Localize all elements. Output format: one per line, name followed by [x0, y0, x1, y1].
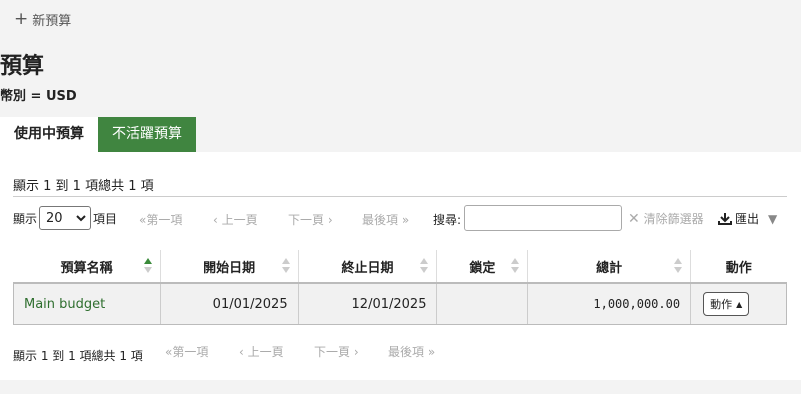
caret-down-icon: ▼ [768, 211, 778, 226]
sort-asc-icon [143, 258, 152, 274]
sort-icon [420, 258, 429, 274]
close-icon: ✕ [628, 211, 640, 227]
locked-cell [436, 283, 528, 325]
column-header-locked[interactable]: 鎖定 [436, 250, 528, 284]
start-date-cell: 01/01/2025 [159, 283, 299, 325]
end-date-cell: 12/01/2025 [297, 283, 437, 325]
tab-bar: 使用中預算 不活躍預算 [0, 117, 196, 152]
tab-inactive-budgets[interactable]: 不活躍預算 [98, 117, 196, 152]
length-menu: 顯示 20 項目 [13, 204, 117, 232]
actions-dropdown-button[interactable]: 動作 ▲ [703, 292, 750, 316]
column-header-total[interactable]: 總計 [527, 250, 691, 284]
page-length-value: 20 [46, 210, 63, 226]
column-header-end-date[interactable]: 終止日期 [297, 250, 437, 284]
length-suffix: 項目 [93, 211, 118, 226]
tab-active-budgets[interactable]: 使用中預算 [0, 117, 98, 152]
pager-last[interactable]: 最後項 » [362, 211, 409, 228]
download-icon [718, 213, 732, 225]
plus-icon: + [14, 9, 29, 29]
chevron-down-icon [76, 214, 86, 221]
double-chevron-right-icon: » [398, 213, 410, 227]
actions-cell: 動作 ▲ [690, 283, 787, 325]
search-label: 搜尋: [433, 213, 462, 227]
chevron-left-icon: ‹ [239, 345, 248, 359]
pager-prev[interactable]: ‹ 上一頁 [213, 211, 258, 228]
table-info-top: 顯示 1 到 1 項總共 1 項 [13, 179, 154, 194]
pager-first[interactable]: «第一項 [139, 211, 182, 228]
chevron-right-icon: › [324, 213, 333, 227]
chevron-left-icon: ‹ [213, 213, 222, 227]
column-header-actions: 動作 [690, 250, 787, 284]
sort-icon [511, 258, 520, 274]
pager-last-bottom[interactable]: 最後項 » [388, 343, 435, 360]
column-header-start-date[interactable]: 開始日期 [159, 250, 299, 284]
currency-label: 幣別 = USD [0, 89, 77, 104]
chevron-right-icon: › [350, 345, 359, 359]
clear-filter-button[interactable]: ✕ 清除篩選器 [628, 210, 704, 227]
sort-icon [281, 258, 290, 274]
page-title: 預算 [0, 54, 45, 79]
total-cell: 1,000,000.00 [527, 283, 691, 325]
search-input[interactable] [464, 205, 622, 231]
divider [13, 196, 787, 197]
column-header-budget-name[interactable]: 預算名稱 [13, 250, 161, 284]
page-length-select[interactable]: 20 [39, 206, 92, 230]
length-prefix: 顯示 [13, 211, 38, 226]
new-budget-button[interactable]: + 新預算 [14, 9, 72, 30]
sort-icon [674, 258, 683, 274]
pager-prev-bottom[interactable]: ‹ 上一頁 [239, 343, 284, 360]
new-budget-label: 新預算 [32, 14, 72, 29]
caret-up-icon: ▲ [736, 299, 743, 309]
table-info-bottom: 顯示 1 到 1 項總共 1 項 [13, 349, 143, 363]
budget-name-link[interactable]: Main budget [13, 283, 161, 325]
pager-next[interactable]: 下一頁 › [288, 211, 333, 228]
double-chevron-right-icon: » [424, 345, 436, 359]
budgets-table: 預算名稱 開始日期 終止日期 鎖定 總計 動作 Main budget 01/0… [13, 250, 787, 325]
pager-first-bottom[interactable]: «第一項 [165, 343, 208, 360]
table-header-row: 預算名稱 開始日期 終止日期 鎖定 總計 動作 [13, 250, 787, 284]
export-button[interactable]: 匯出 ▼ [718, 210, 777, 227]
pager-next-bottom[interactable]: 下一頁 › [314, 343, 359, 360]
table-row: Main budget 01/01/2025 12/01/2025 1,000,… [13, 283, 787, 325]
